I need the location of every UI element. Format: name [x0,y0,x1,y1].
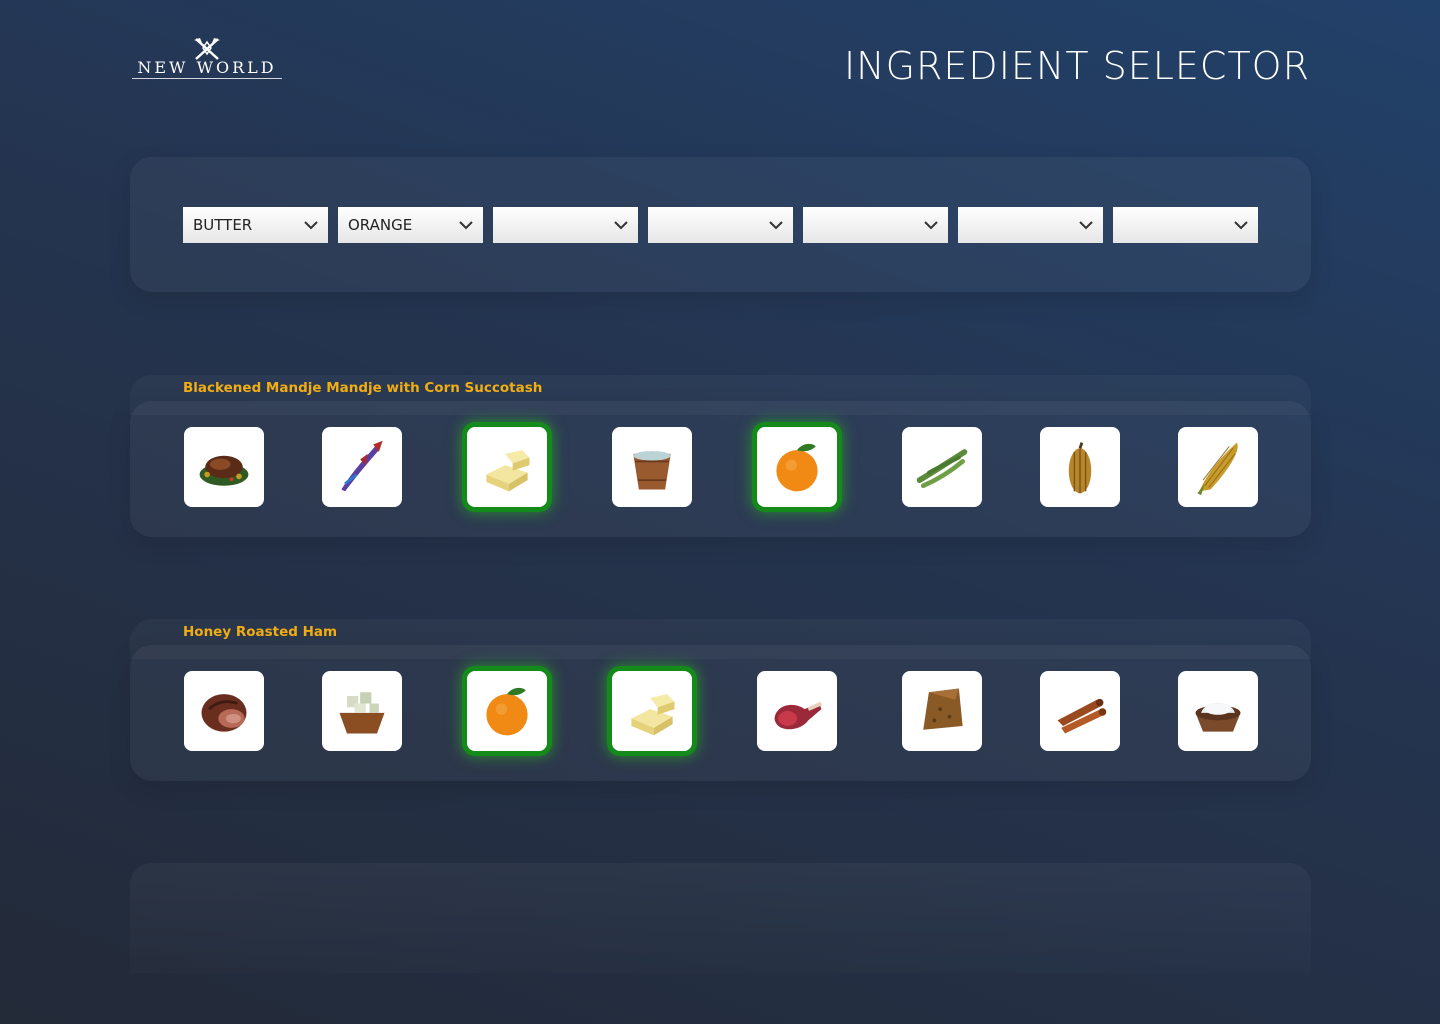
chevron-down-icon [1234,220,1248,229]
ingredient-dropdown-row: BUTTER ORANGE [183,207,1258,243]
chevron-down-icon [459,220,473,229]
roasted-fish-dish-icon [199,455,249,486]
honey-bowl-icon [339,692,385,734]
crossed-axes-icon [194,38,220,60]
dropdown-value: BUTTER [193,216,253,234]
orange-icon [776,443,818,492]
orange-icon [486,687,528,736]
chevron-down-icon [924,220,938,229]
logo-underline [132,78,282,79]
recipe-title: Honey Roasted Ham [183,624,338,640]
butter-icon [486,450,530,492]
logo-text: NEW WORLD [137,58,277,77]
ingredient-tile[interactable] [612,671,692,751]
raw-ham-icon [774,701,823,730]
cinnamon-sticks-icon [1057,698,1107,734]
ingredient-tile[interactable] [184,427,264,507]
page-title: INGREDIENT SELECTOR [843,44,1310,88]
ingredient-dropdown-2[interactable]: ORANGE [338,207,483,243]
ingredient-tile[interactable] [902,427,982,507]
new-world-logo[interactable]: NEW WORLD [132,38,282,82]
ingredient-tile[interactable] [757,427,837,507]
salt-bowl-icon [1195,703,1241,732]
recipe-card [130,401,1311,537]
squash-icon [1068,442,1092,494]
ingredient-tile[interactable] [467,671,547,751]
water-bucket-icon [633,451,671,490]
ingredient-tile[interactable] [184,671,264,751]
ingredient-tile[interactable] [1178,427,1258,507]
green-beans-icon [916,449,968,489]
ingredient-tile[interactable] [1040,427,1120,507]
recipe-card [130,645,1311,781]
ingredient-dropdown-4[interactable] [648,207,793,243]
ingredient-tile[interactable] [322,671,402,751]
ingredient-dropdown-6[interactable] [958,207,1103,243]
ingredient-tile[interactable] [467,427,547,507]
mandje-fish-icon [341,440,383,492]
dropdown-value: ORANGE [348,216,413,234]
ingredient-dropdown-1[interactable]: BUTTER [183,207,328,243]
roasted-ham-icon [201,694,247,732]
corn-icon [1197,442,1238,496]
ingredient-row [130,401,1311,537]
brown-sugar-icon [923,688,963,730]
ingredient-tile[interactable] [902,671,982,751]
chevron-down-icon [1079,220,1093,229]
ingredient-dropdown-5[interactable] [803,207,948,243]
ingredient-selector-panel: BUTTER ORANGE [130,157,1311,292]
empty-recipe-card [130,863,1311,973]
chevron-down-icon [304,220,318,229]
ingredient-tile[interactable] [612,427,692,507]
chevron-down-icon [769,220,783,229]
ingredient-tile[interactable] [1178,671,1258,751]
butter-icon [631,694,675,736]
ingredient-tile[interactable] [757,671,837,751]
ingredient-dropdown-3[interactable] [493,207,638,243]
ingredient-tile[interactable] [1040,671,1120,751]
recipe-title: Blackened Mandje Mandje with Corn Succot… [183,380,543,396]
ingredient-tile[interactable] [322,427,402,507]
chevron-down-icon [614,220,628,229]
ingredient-dropdown-7[interactable] [1113,207,1258,243]
ingredient-row [130,645,1311,781]
